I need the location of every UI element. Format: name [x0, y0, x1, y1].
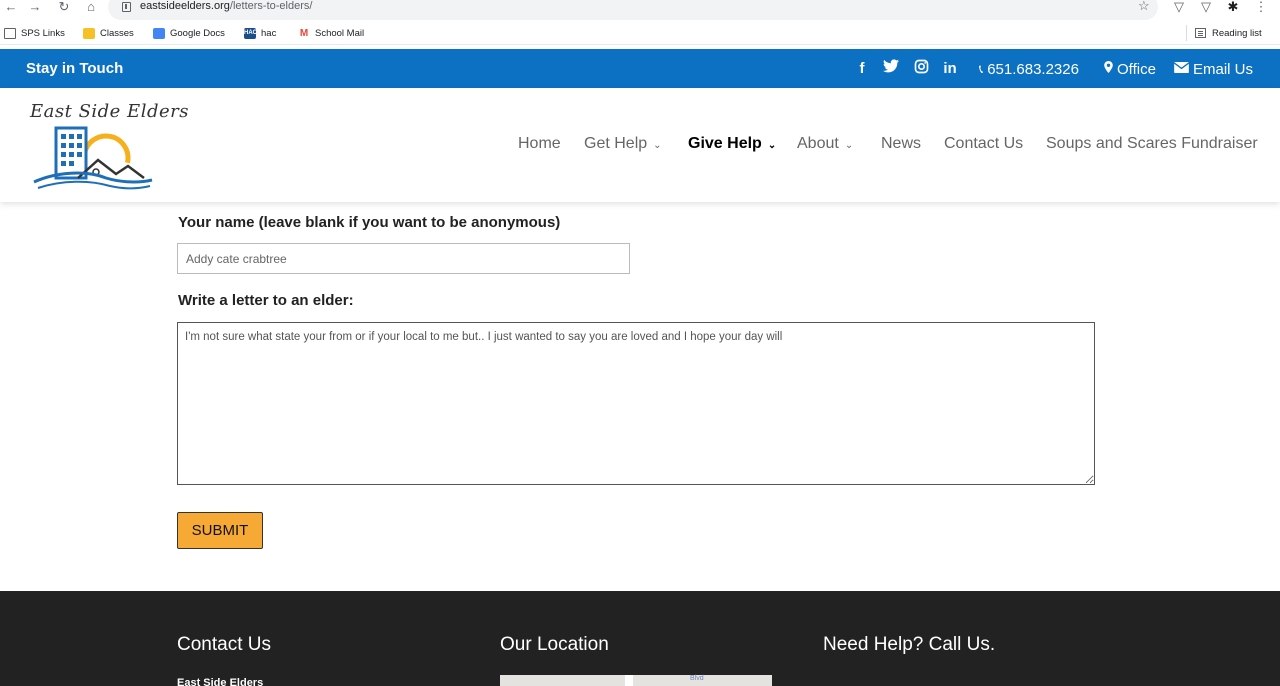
bookmarks-bar: SPS Links Classes Google Docs HAC hac M … [0, 21, 1280, 45]
hac-icon: HAC [244, 27, 257, 39]
reading-list-button[interactable]: Reading list [1186, 25, 1262, 41]
url-text: eastsideelders.org/letters-to-elders/ [140, 0, 312, 14]
twitter-bird-icon [883, 59, 899, 73]
bookmark-label: SPS Links [21, 27, 65, 39]
email-link[interactable]: Email Us [1173, 60, 1254, 79]
site-info-icon[interactable] [122, 2, 131, 12]
reading-list-label: Reading list [1212, 27, 1262, 39]
bookmark-google-docs[interactable]: Google Docs [153, 25, 225, 41]
nav-label: Give Help [688, 135, 762, 152]
map-street-label: Blvd [690, 675, 704, 682]
bookmark-label: Classes [100, 27, 134, 39]
location-map[interactable]: Blvd [500, 675, 772, 686]
map-pin-icon [1104, 60, 1113, 79]
name-input[interactable] [177, 243, 630, 274]
nav-about[interactable]: About ⌄ [797, 134, 853, 156]
linkedin-icon[interactable]: in [941, 59, 959, 78]
forward-arrow-icon[interactable]: → [26, 0, 44, 16]
stay-in-touch-title: Stay in Touch [26, 60, 124, 77]
email-label: Email Us [1193, 61, 1254, 78]
nav-label: About [797, 135, 839, 152]
extensions-puzzle-icon[interactable]: ✱ [1224, 0, 1242, 16]
home-icon[interactable]: ⌂ [82, 0, 100, 16]
gmail-icon: M [298, 27, 310, 39]
bookmark-sps-links[interactable]: SPS Links [4, 25, 65, 41]
url-host: eastsideelders.org [140, 0, 230, 12]
extension-shield-icon-2[interactable]: ▽ [1197, 0, 1215, 16]
classroom-icon [83, 27, 95, 39]
chevron-down-icon: ⌄ [767, 140, 777, 151]
nav-get-help[interactable]: Get Help ⌄ [584, 134, 662, 156]
bookmark-star-icon[interactable]: ☆ [1138, 0, 1150, 14]
letter-textarea[interactable] [177, 322, 1095, 485]
logo-graphic-icon [33, 126, 153, 190]
nav-contact-us[interactable]: Contact Us [944, 134, 1023, 154]
instagram-icon[interactable] [912, 59, 930, 79]
phone-link[interactable]: 📞︎ 651.683.2326 [979, 60, 1079, 79]
bookmark-label: School Mail [315, 27, 365, 39]
nav-give-help[interactable]: Give Help ⌄ [688, 134, 776, 156]
footer-help-title: Need Help? Call Us. [823, 634, 996, 655]
bookmark-school-mail[interactable]: M School Mail [298, 25, 364, 41]
pin-glyph-icon [1104, 61, 1113, 73]
instagram-glyph-icon [914, 59, 928, 74]
envelope-icon [1173, 60, 1190, 79]
facebook-icon[interactable]: f [853, 59, 871, 78]
footer-contact-title: Contact Us [177, 634, 271, 655]
phone-icon: 📞︎ [979, 62, 984, 76]
site-footer: Contact Us Our Location Need Help? Call … [0, 591, 1280, 686]
reading-list-icon [1195, 28, 1206, 38]
name-field-label: Your name (leave blank if you want to be… [178, 214, 561, 231]
nav-label: Get Help [584, 135, 648, 152]
bookmark-classes[interactable]: Classes [83, 25, 134, 41]
bookmark-label: hac [261, 27, 277, 39]
chevron-down-icon: ⌄ [844, 140, 854, 151]
envelope-glyph-icon [1173, 62, 1190, 73]
extension-shield-icon[interactable]: ▽ [1170, 0, 1188, 16]
site-header: East Side Elders Home Get Help ⌄ Give Hel… [0, 88, 1280, 202]
bookmark-label: Google Docs [170, 27, 225, 39]
phone-number: 651.683.2326 [987, 61, 1079, 78]
url-path: /letters-to-elders/ [229, 0, 313, 12]
map-road [625, 675, 633, 686]
back-arrow-icon[interactable]: ← [2, 0, 20, 16]
letter-field-label: Write a letter to an elder: [178, 292, 354, 309]
nav-news[interactable]: News [881, 134, 921, 154]
submit-button[interactable]: SUBMIT [177, 512, 263, 549]
nav-soups-and-scares[interactable]: Soups and Scares Fundraiser [1046, 134, 1258, 154]
footer-location-title: Our Location [500, 634, 609, 655]
nav-home[interactable]: Home [518, 134, 561, 154]
site-logo[interactable]: East Side Elders [26, 98, 188, 192]
chevron-down-icon: ⌄ [653, 140, 662, 151]
browser-toolbar: ← → ↻ ⌂ eastsideelders.org/letters-to-el… [0, 0, 1280, 20]
docs-icon [153, 27, 165, 39]
office-label: Office [1117, 61, 1156, 78]
twitter-icon[interactable] [882, 59, 900, 78]
office-link[interactable]: Office [1104, 60, 1156, 79]
browser-menu-icon[interactable]: ⋮ [1252, 0, 1270, 16]
top-bar: Stay in Touch f in 📞︎ 651.683.2326 Offic… [0, 49, 1280, 88]
page: ← → ↻ ⌂ eastsideelders.org/letters-to-el… [0, 0, 1280, 686]
bookmark-hac[interactable]: HAC hac [244, 25, 276, 41]
address-bar[interactable]: eastsideelders.org/letters-to-elders/ ☆ [108, 0, 1158, 20]
reload-icon[interactable]: ↻ [55, 0, 73, 16]
footer-org-name: East Side Elders [177, 677, 264, 686]
folder-icon [4, 27, 16, 39]
